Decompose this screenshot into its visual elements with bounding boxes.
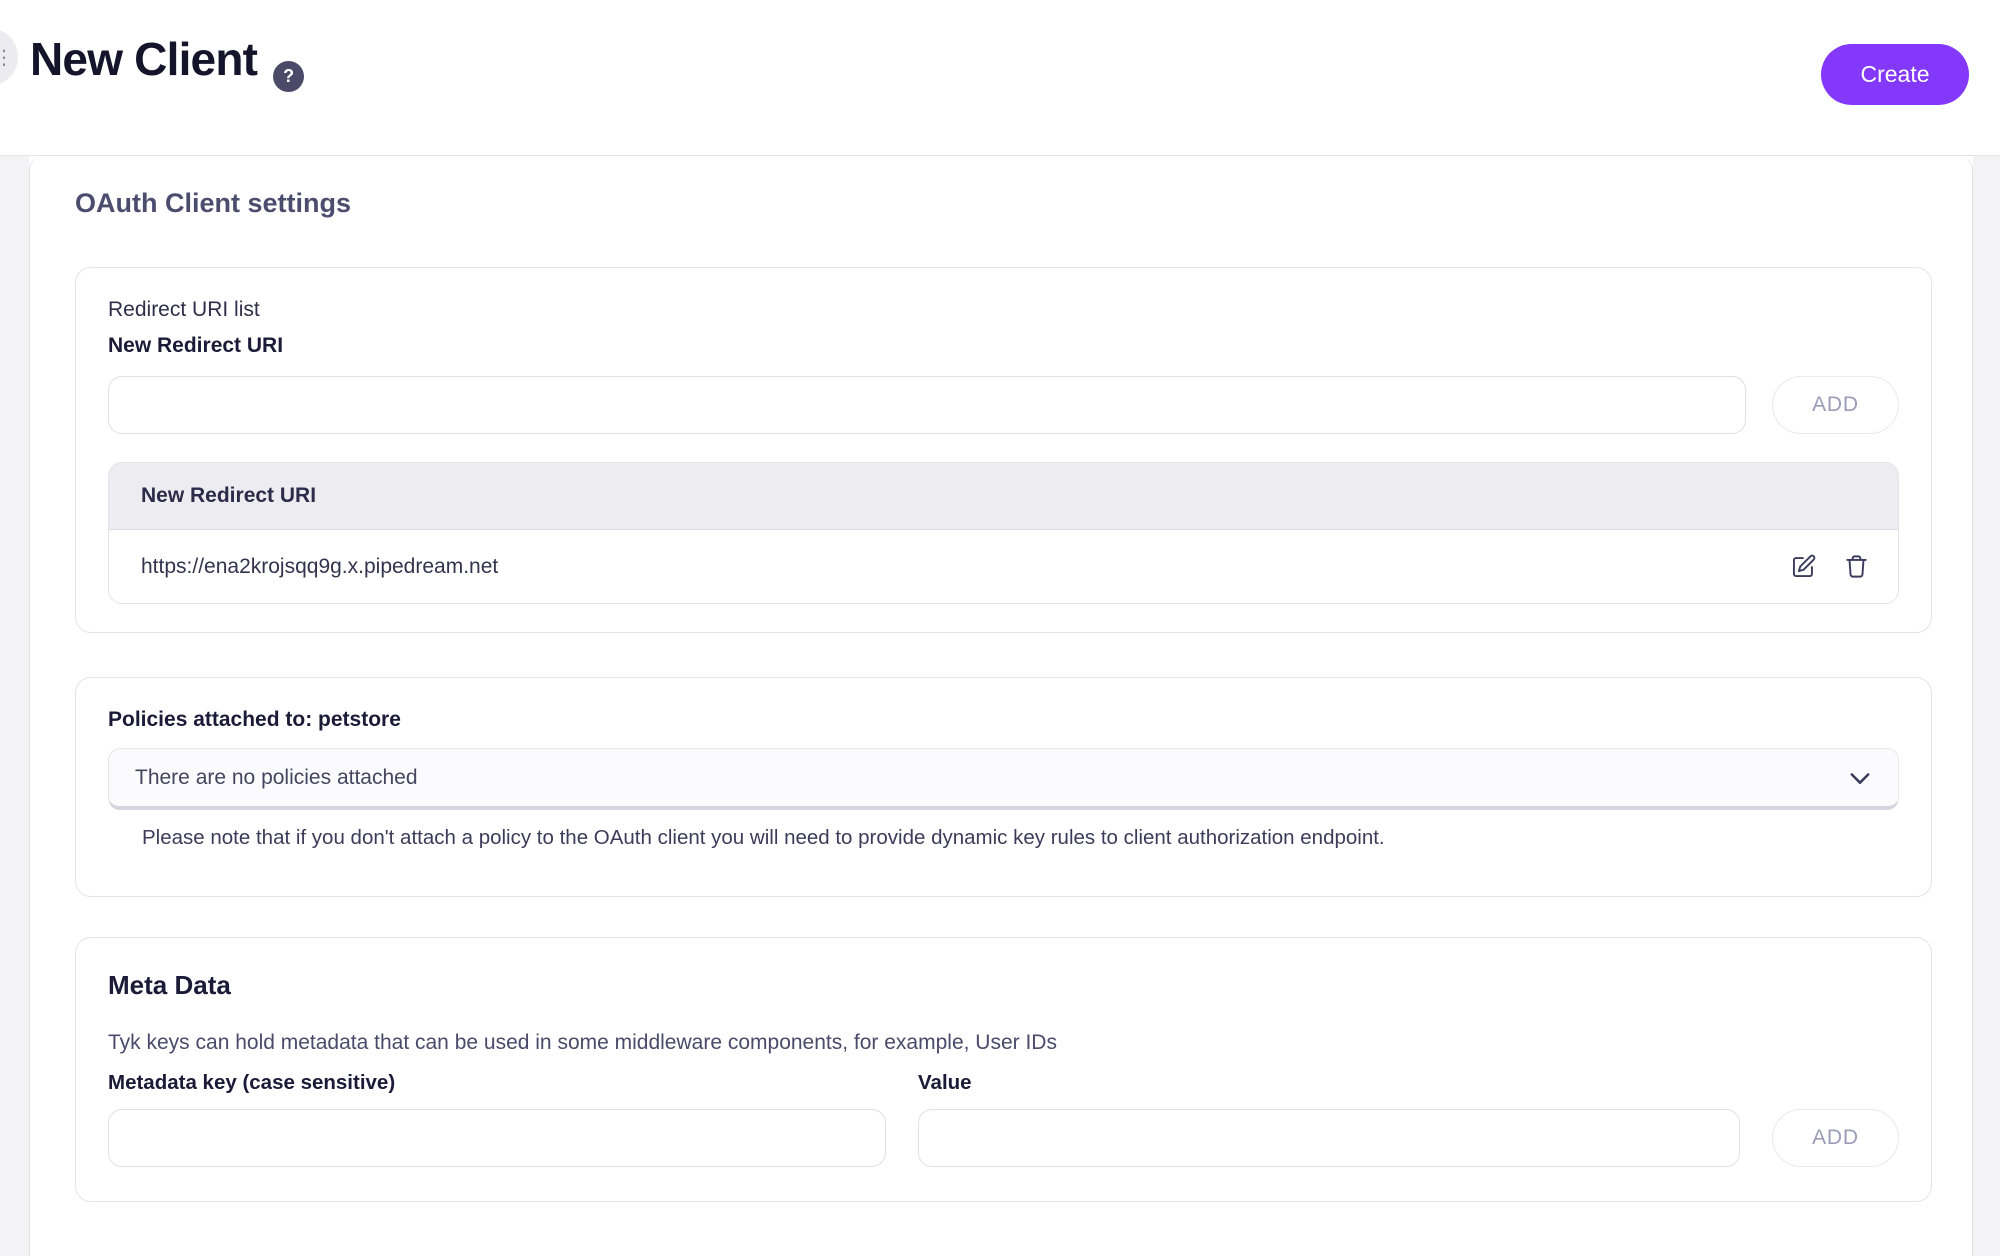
metadata-card: Meta Data Tyk keys can hold metadata tha…	[75, 937, 1932, 1202]
add-redirect-uri-button[interactable]: ADD	[1772, 376, 1899, 434]
create-button[interactable]: Create	[1821, 44, 1969, 105]
content-area: OAuth Client settings Redirect URI list …	[0, 156, 2000, 1256]
metadata-key-input[interactable]	[108, 1109, 886, 1167]
new-redirect-uri-label: New Redirect URI	[108, 334, 1899, 358]
table-row: https://ena2krojsqq9g.x.pipedream.net	[109, 530, 1898, 603]
policies-dropdown[interactable]: There are no policies attached	[108, 748, 1899, 810]
redirect-uri-table-header: New Redirect URI	[109, 463, 1898, 530]
new-redirect-uri-input[interactable]	[108, 376, 1746, 434]
topbar: ⋮ New Client ? Create	[0, 0, 2000, 156]
right-gutter	[1973, 156, 2000, 1256]
metadata-value-label: Value	[918, 1071, 1740, 1095]
redirect-uri-card: Redirect URI list New Redirect URI ADD N…	[75, 267, 1932, 633]
policies-note: Please note that if you don't attach a p…	[142, 826, 1899, 850]
policies-label: Policies attached to: petstore	[108, 708, 1899, 732]
delete-icon[interactable]	[1843, 553, 1870, 580]
page-title: New Client	[30, 36, 257, 82]
left-gutter	[0, 156, 29, 1256]
redirect-uri-list-label: Redirect URI list	[108, 298, 1899, 322]
sidebar-collapse-toggle[interactable]: ⋮	[0, 28, 18, 86]
redirect-uri-value: https://ena2krojsqq9g.x.pipedream.net	[141, 555, 498, 579]
metadata-key-label: Metadata key (case sensitive)	[108, 1071, 886, 1095]
chevron-left-icon: ⋮	[0, 45, 14, 70]
help-icon[interactable]: ?	[273, 61, 304, 92]
add-metadata-button[interactable]: ADD	[1772, 1109, 1899, 1167]
main-panel: OAuth Client settings Redirect URI list …	[29, 156, 1973, 1256]
metadata-value-input[interactable]	[918, 1109, 1740, 1167]
metadata-title: Meta Data	[108, 970, 1899, 1001]
policies-dropdown-value: There are no policies attached	[135, 766, 418, 790]
redirect-uri-table: New Redirect URI https://ena2krojsqq9g.x…	[108, 462, 1899, 604]
edit-icon[interactable]	[1790, 553, 1817, 580]
policies-card: Policies attached to: petstore There are…	[75, 677, 1932, 897]
chevron-down-icon	[1846, 764, 1874, 792]
section-title: OAuth Client settings	[75, 188, 1932, 219]
metadata-description: Tyk keys can hold metadata that can be u…	[108, 1031, 1899, 1055]
